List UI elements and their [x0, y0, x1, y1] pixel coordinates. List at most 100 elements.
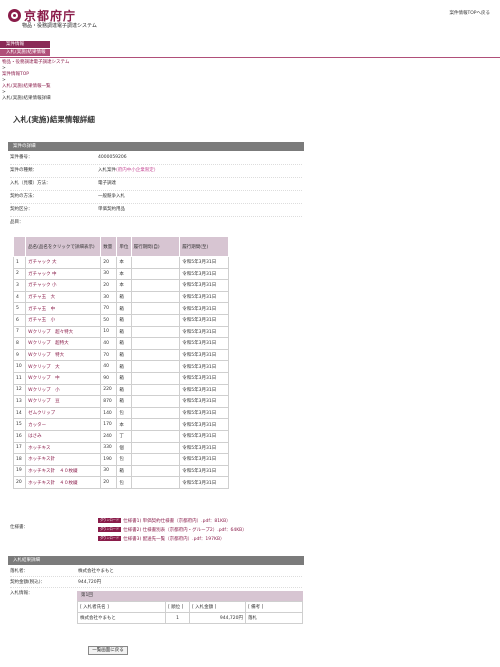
- items-table-body: 1 ガチャック 大 20 本令和5年3月31日 2 ガチャック 中 30 本令和5年3月31日…: [12, 256, 229, 489]
- field-label: 入札（見積）方法：: [10, 181, 51, 186]
- table-row: 14 ゼムクリップ 140 包 令和5年3月31日: [12, 406, 229, 420]
- table-row: 2 ガチャック 中 30 本 令和5年3月31日: [12, 267, 229, 281]
- breadcrumb: 物品・役務調達電子調達システム > 案件情報TOP > 入札(実施)結果情報一覧…: [2, 60, 69, 102]
- item-name[interactable]: ゼムクリップ: [25, 406, 102, 420]
- table-header-row: 品名(品名をクリックで詳細表示) 数量 単位 履行期間(自) 履行期間(至): [12, 236, 229, 257]
- item-name[interactable]: Wクリップ 超特大: [25, 337, 102, 350]
- item-unit: 丁: [116, 429, 132, 443]
- item-period-from: [130, 348, 181, 362]
- table-row: 15 カッター 170 本 令和5年3月31日: [12, 418, 229, 431]
- row-number: 3: [12, 279, 27, 292]
- table-row: 20 ホッチキス針 ４０枚綴 20 包令和5年3月31日: [12, 476, 229, 489]
- column-header: 数量: [100, 236, 118, 257]
- item-quantity: 140: [100, 406, 118, 420]
- spec-label: 仕様書：: [10, 525, 28, 530]
- item-period-to: 令和5年3月31日: [179, 464, 229, 478]
- item-period-to: 令和5年3月31日: [179, 302, 229, 315]
- item-quantity: 70: [100, 348, 118, 362]
- item-unit: 包: [116, 476, 132, 489]
- item-name[interactable]: ガチャック 小: [25, 279, 102, 292]
- item-name[interactable]: Wクリップ 特大: [25, 348, 102, 362]
- item-name[interactable]: カッター: [25, 418, 102, 431]
- item-unit: 包: [116, 453, 132, 466]
- breadcrumb-item-system[interactable]: 物品・役務調達電子調達システム: [2, 60, 69, 66]
- item-period-from: [130, 313, 181, 327]
- item-quantity: 20: [100, 256, 118, 269]
- table-row: 10 Wクリップ 大 40 箱 令和5年3月31日: [12, 360, 229, 373]
- case-details-section-bar: 案件の詳細: [8, 142, 304, 151]
- item-name[interactable]: ガチャ玉 中: [25, 302, 102, 315]
- item-period-to: 令和5年3月31日: [179, 256, 229, 269]
- item-name[interactable]: Wクリップ 豆: [25, 395, 102, 408]
- column-header: 履行期間(自): [130, 236, 181, 257]
- case-type-row: 案件の種類： 入札案件(府内中小企業限定): [10, 165, 302, 178]
- item-period-to: 令和5年3月31日: [179, 476, 229, 489]
- row-number: 20: [12, 476, 27, 489]
- back-to-list-button[interactable]: 一覧画面に戻る: [88, 646, 128, 655]
- item-quantity: 30: [100, 267, 118, 281]
- item-name[interactable]: ホッチキス針: [25, 453, 102, 466]
- item-quantity: 20: [100, 476, 118, 489]
- item-period-from: [130, 453, 181, 466]
- item-name[interactable]: ホッチキス針 ４０枚綴: [25, 476, 102, 489]
- breadcrumb-current: 入札(実施)結果情報詳細: [2, 96, 51, 101]
- item-name[interactable]: Wクリップ 小: [25, 383, 102, 397]
- item-unit: 箱: [116, 348, 132, 362]
- item-unit: 本: [116, 279, 132, 292]
- row-number: 8: [12, 337, 27, 350]
- table-row: 9 Wクリップ 特大 70 箱 令和5年3月31日: [12, 348, 229, 362]
- winner-row: 落札者： 株式会社やまもと: [10, 566, 302, 577]
- row-number: 12: [12, 383, 27, 397]
- item-period-from: [130, 464, 181, 478]
- table-row: 8 Wクリップ 超特大 40 箱 令和5年3月31日: [12, 337, 229, 350]
- item-period-to: 令和5年3月31日: [179, 290, 229, 304]
- row-number: 4: [12, 290, 27, 304]
- item-quantity: 220: [100, 383, 118, 397]
- table-row: 1 ガチャック 大 20 本 令和5年3月31日: [12, 256, 229, 269]
- row-number: 1: [12, 256, 27, 269]
- field-label: 品目：: [10, 220, 24, 225]
- item-quantity: 240: [100, 429, 118, 443]
- row-number: 13: [12, 395, 27, 408]
- spec-doc-link[interactable]: 仕様書2) 仕様書別表（京都府内・グループ2）.pdf：64KB）: [123, 528, 247, 533]
- spec-doc-link[interactable]: 仕様書3) 配送先一覧（京都府内）.pdf：197KB）: [123, 537, 224, 542]
- back-to-top-link[interactable]: 案件情報TOPへ戻る: [449, 10, 490, 16]
- row-number: 19: [12, 464, 27, 478]
- table-row: 11 Wクリップ 中 90 箱 令和5年3月31日: [12, 371, 229, 385]
- item-name[interactable]: ガチャック 中: [25, 267, 102, 281]
- column-header: 品名(品名をクリックで詳細表示): [25, 236, 102, 257]
- winner-value: 株式会社やまもと: [78, 569, 114, 574]
- table-row: 19 ホッチキス針 ４０枚綴 30 箱 令和5年3月31日: [12, 464, 229, 478]
- item-name[interactable]: ホッチキス: [25, 441, 102, 455]
- menu-item-bid-results[interactable]: 入札(実施)結果情報: [0, 49, 50, 56]
- page-title: 入札(実施)結果情報詳細: [13, 115, 95, 124]
- item-period-to: 令和5年3月31日: [179, 395, 229, 408]
- table-row: 株式会社やまもと 1 944,720円 落札: [77, 612, 303, 624]
- crest-icon: [8, 9, 21, 22]
- item-name[interactable]: ガチャック 大: [25, 256, 102, 269]
- field-value: 4000059206: [98, 155, 127, 160]
- item-unit: 箱: [116, 464, 132, 478]
- row-number: 16: [12, 429, 27, 443]
- item-quantity: 90: [100, 371, 118, 385]
- item-name[interactable]: ホッチキス針 ４０枚綴: [25, 464, 102, 478]
- bid-round: 第1回: [77, 591, 303, 601]
- spec-doc-link[interactable]: 仕様書1) 単価契約仕様書（京都府内）.pdf：81KB）: [123, 519, 231, 524]
- item-period-from: [130, 325, 181, 339]
- item-name[interactable]: Wクリップ 中: [25, 371, 102, 385]
- item-name[interactable]: Wクリップ 大: [25, 360, 102, 373]
- item-name[interactable]: ガチャ玉 大: [25, 290, 102, 304]
- item-quantity: 10: [100, 325, 118, 339]
- table-row: 17 ホッチキス 330 個 令和5年3月31日: [12, 441, 229, 455]
- item-name[interactable]: はさみ: [25, 429, 102, 443]
- item-period-to: 令和5年3月31日: [179, 267, 229, 281]
- row-number: 11: [12, 371, 27, 385]
- item-unit: 箱: [116, 383, 132, 397]
- item-unit: 箱: [116, 313, 132, 327]
- item-quantity: 40: [100, 337, 118, 350]
- item-name[interactable]: Wクリップ 超々特大: [25, 325, 102, 339]
- column-header: [ 入札金額 ]: [189, 601, 246, 613]
- menu-item-case-info[interactable]: 案件情報: [0, 41, 50, 48]
- column-header: [12, 236, 27, 257]
- item-name[interactable]: ガチャ玉 小: [25, 313, 102, 327]
